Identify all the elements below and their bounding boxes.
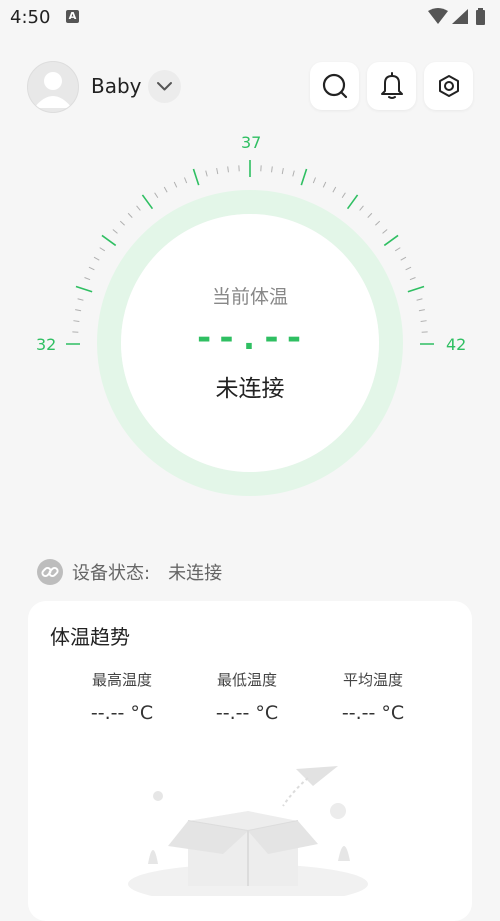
device-status: 设备状态: 未连接 <box>36 558 222 586</box>
gauge-minor-tick <box>94 257 99 260</box>
settings-icon <box>436 73 462 99</box>
gauge-minor-tick <box>84 277 90 279</box>
device-status-label: 设备状态: <box>72 559 150 585</box>
gauge-minor-tick <box>272 166 273 172</box>
gauge-minor-tick <box>406 267 411 270</box>
stat-min-label: 最低温度 <box>192 669 302 690</box>
search-icon <box>321 72 349 100</box>
search-button[interactable] <box>310 62 359 110</box>
gauge-minor-tick <box>128 213 132 217</box>
gauge-major-tick <box>142 195 152 209</box>
gauge-minor-tick <box>155 193 158 198</box>
stat-avg-temp: 平均温度 --.-- °C <box>318 669 428 724</box>
gauge-minor-tick <box>89 267 94 270</box>
gauge-minor-tick <box>73 321 79 322</box>
gauge-minor-tick <box>333 187 336 192</box>
user-icon <box>28 62 78 112</box>
gauge-minor-tick <box>228 166 229 172</box>
app-notification-icon: A <box>66 10 79 23</box>
gauge-value: --.-- <box>150 318 350 358</box>
gauge-minor-tick <box>184 177 186 183</box>
gauge-minor-tick <box>78 299 84 300</box>
gauge-label: 当前体温 <box>150 282 350 309</box>
gauge-minor-tick <box>323 182 326 187</box>
link-icon <box>36 558 64 586</box>
gauge-minor-tick <box>421 321 427 322</box>
gauge-minor-tick <box>383 230 388 234</box>
gauge-minor-tick <box>293 171 294 177</box>
gauge-minor-tick <box>120 221 124 225</box>
profile-name[interactable]: Baby <box>91 74 142 98</box>
profile-dropdown-button[interactable] <box>148 70 181 103</box>
gauge-tick-mid: 37 <box>241 133 261 152</box>
signal-icon <box>452 9 468 24</box>
gauge-major-tick <box>76 286 92 291</box>
stat-min-temp: 最低温度 --.-- °C <box>192 669 302 724</box>
gauge-major-tick <box>193 169 198 185</box>
gauge-tick-max: 42 <box>446 335 466 354</box>
stat-max-value: --.-- °C <box>67 702 177 724</box>
gauge-minor-tick <box>375 221 379 225</box>
gauge-minor-tick <box>217 168 218 174</box>
gauge-major-tick <box>384 235 398 245</box>
wifi-icon <box>428 8 448 24</box>
chevron-down-icon <box>148 70 181 103</box>
bell-icon <box>379 72 405 100</box>
gauge-minor-tick <box>282 168 283 174</box>
gauge-minor-tick <box>368 213 372 217</box>
gauge-minor-tick <box>164 187 167 192</box>
gauge-major-tick <box>301 169 306 185</box>
gauge-minor-tick <box>419 310 425 311</box>
gauge-minor-tick <box>410 277 416 279</box>
status-icons <box>428 8 494 26</box>
gauge-minor-tick <box>417 299 423 300</box>
stat-avg-label: 平均温度 <box>318 669 428 690</box>
stat-max-temp: 最高温度 --.-- °C <box>67 669 177 724</box>
gauge-minor-tick <box>206 171 207 177</box>
settings-button[interactable] <box>424 62 473 110</box>
stat-min-value: --.-- °C <box>192 702 302 724</box>
empty-box-illustration <box>118 766 378 896</box>
battery-icon <box>476 10 485 25</box>
gauge-minor-tick <box>395 248 400 251</box>
status-time: 4:50 <box>10 7 50 28</box>
gauge-minor-tick <box>342 193 345 198</box>
stat-max-label: 最高温度 <box>67 669 177 690</box>
device-status-value: 未连接 <box>168 559 222 585</box>
gauge-minor-tick <box>75 310 81 311</box>
gauge-minor-tick <box>174 182 177 187</box>
gauge-minor-tick <box>401 257 406 260</box>
temperature-trend-card: 体温趋势 最高温度 --.-- °C 最低温度 --.-- °C 平均温度 --… <box>28 601 472 921</box>
gauge-minor-tick <box>360 206 364 211</box>
stat-avg-value: --.-- °C <box>318 702 428 724</box>
gauge-tick-min: 32 <box>36 335 56 354</box>
gauge-major-tick <box>348 195 358 209</box>
gauge-minor-tick <box>113 230 118 234</box>
gauge-major-tick <box>408 286 424 291</box>
avatar[interactable] <box>27 61 79 113</box>
trend-title: 体温趋势 <box>50 621 130 650</box>
gauge-connection-status: 未连接 <box>150 369 350 403</box>
gauge-minor-tick <box>137 206 141 211</box>
gauge-minor-tick <box>100 248 105 251</box>
gauge-minor-tick <box>313 177 315 183</box>
alarm-button[interactable] <box>367 62 416 110</box>
gauge-major-tick <box>102 235 116 245</box>
